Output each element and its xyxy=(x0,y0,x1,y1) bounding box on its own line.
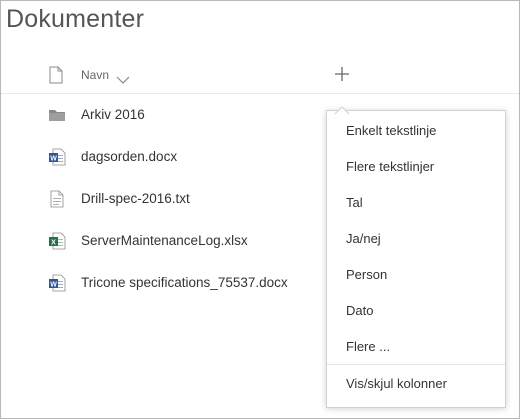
menu-divider xyxy=(327,364,505,365)
menu-item-single-line-text[interactable]: Enkelt tekstlinje xyxy=(327,113,505,147)
svg-text:X: X xyxy=(51,239,56,246)
menu-item-label: Enkelt tekstlinje xyxy=(346,123,437,138)
menu-item-yes-no[interactable]: Ja/nej xyxy=(327,221,505,255)
svg-text:W: W xyxy=(50,281,57,288)
file-name[interactable]: ServerMaintenanceLog.xlsx xyxy=(81,233,248,248)
menu-item-number[interactable]: Tal xyxy=(327,185,505,219)
page-title: Dokumenter xyxy=(6,5,145,33)
excel-document-icon: X xyxy=(48,232,66,250)
word-document-icon: W xyxy=(48,274,66,292)
menu-item-more[interactable]: Flere ... xyxy=(327,329,505,363)
menu-caret xyxy=(332,102,352,120)
file-name[interactable]: dagsorden.docx xyxy=(81,149,177,164)
file-name[interactable]: Tricone specifications_75537.docx xyxy=(81,275,288,290)
menu-item-label: Ja/nej xyxy=(346,231,381,246)
column-header-name[interactable]: Navn xyxy=(81,68,109,82)
text-file-icon xyxy=(48,190,66,208)
menu-item-show-hide-columns[interactable]: Vis/skjul kolonner xyxy=(327,366,505,400)
word-document-icon: W xyxy=(48,148,66,166)
list-item[interactable]: W Tricone specifications_75537.docx xyxy=(1,264,321,300)
menu-item-multiple-lines-text[interactable]: Flere tekstlinjer xyxy=(327,149,505,183)
document-library-view: Dokumenter Navn Arkiv 2016 W dagsorden.d… xyxy=(0,0,520,419)
menu-item-label: Person xyxy=(346,267,388,282)
menu-item-date[interactable]: Dato xyxy=(327,293,505,327)
list-item[interactable]: Drill-spec-2016.txt xyxy=(1,180,321,216)
menu-item-person[interactable]: Person xyxy=(327,257,505,291)
chevron-down-icon[interactable] xyxy=(116,71,130,89)
list-item[interactable]: Arkiv 2016 xyxy=(1,96,321,132)
menu-item-label: Flere tekstlinjer xyxy=(346,159,435,174)
add-column-menu: Enkelt tekstlinje Flere tekstlinjer Tal … xyxy=(326,110,506,408)
file-name[interactable]: Drill-spec-2016.txt xyxy=(81,191,190,206)
document-outline-icon[interactable] xyxy=(49,66,63,89)
plus-icon[interactable] xyxy=(334,66,350,87)
file-name[interactable]: Arkiv 2016 xyxy=(81,107,145,122)
list-item[interactable]: W dagsorden.docx xyxy=(1,138,321,174)
menu-item-label: Flere ... xyxy=(346,339,391,354)
column-header-row: Navn xyxy=(1,63,519,94)
svg-text:W: W xyxy=(50,155,57,162)
menu-item-label: Vis/skjul kolonner xyxy=(346,376,447,391)
menu-item-label: Dato xyxy=(346,303,374,318)
menu-item-label: Tal xyxy=(346,195,363,210)
list-item[interactable]: X ServerMaintenanceLog.xlsx xyxy=(1,222,321,258)
folder-icon xyxy=(48,106,66,124)
